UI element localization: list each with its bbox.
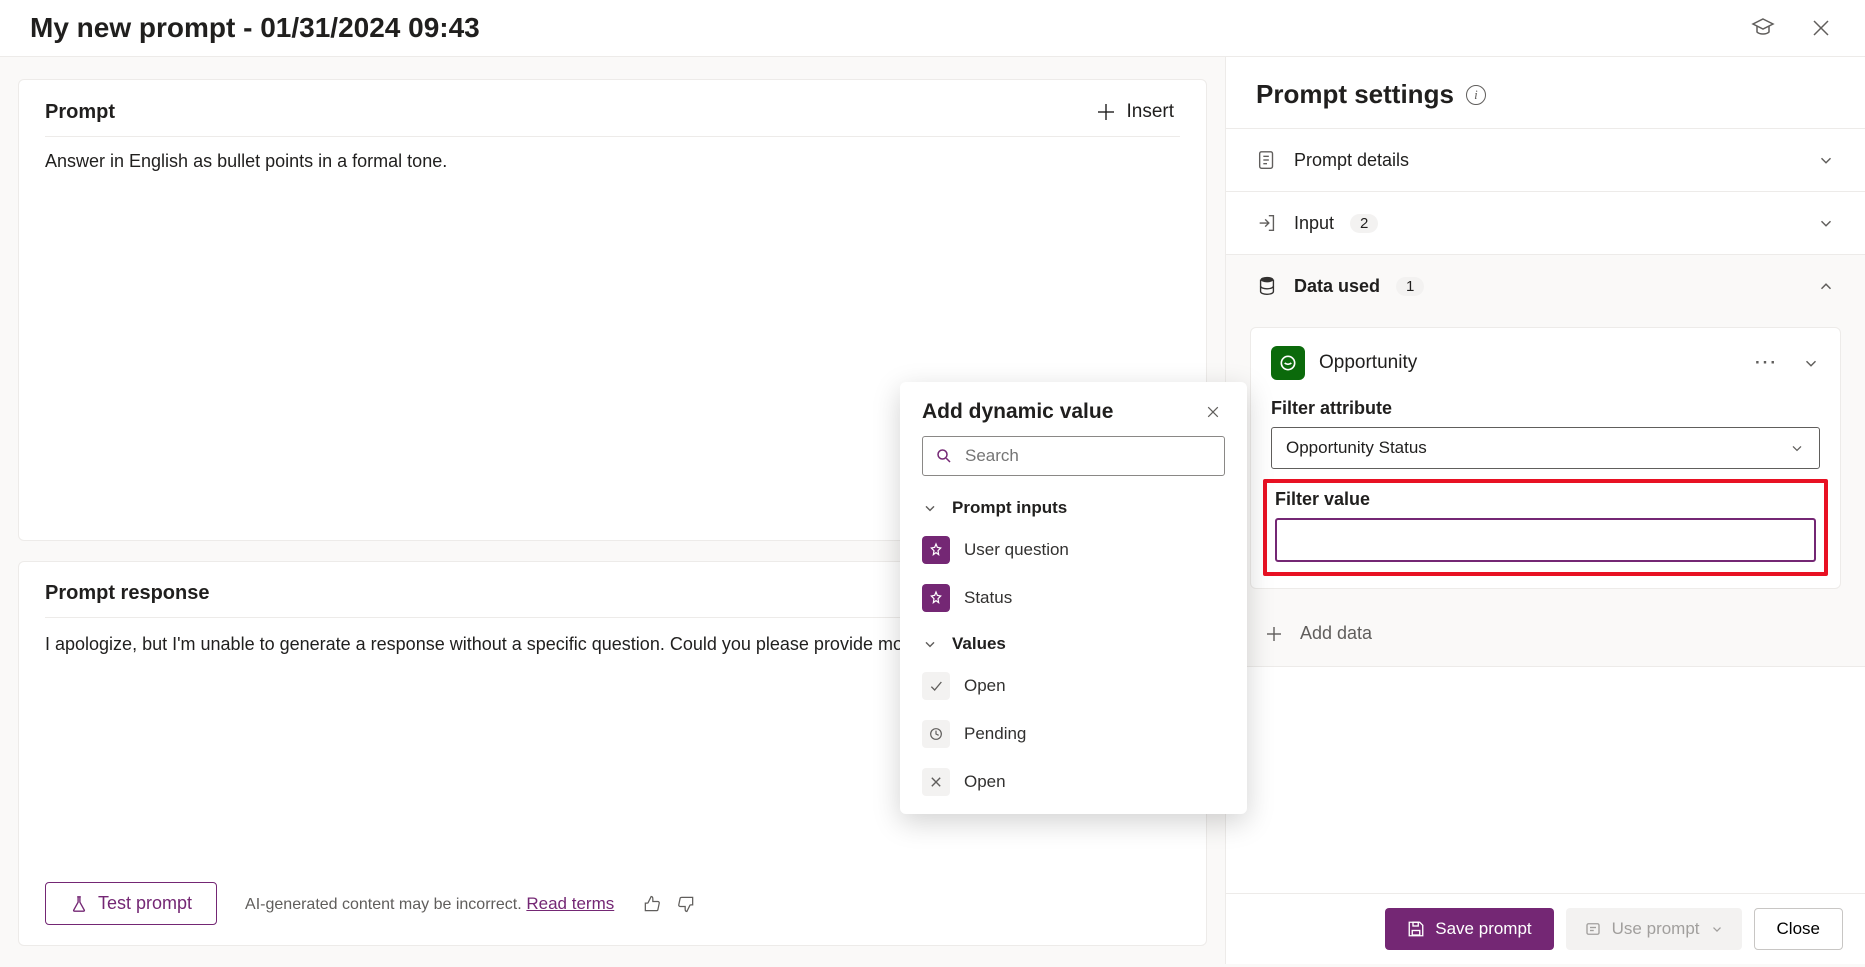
response-card-title: Prompt response [45,582,209,605]
disclaimer-text: AI-generated content may be incorrect. R… [245,894,614,914]
disclaimer: AI-generated content may be incorrect. [245,896,522,913]
more-icon[interactable]: ··· [1755,353,1778,373]
data-used-label: Data used [1294,276,1380,297]
opportunity-icon [1271,346,1305,380]
data-used-header[interactable]: Data used 1 [1226,255,1865,317]
chevron-down-icon [922,500,938,516]
data-used-section: Data used 1 Opportunity ··· [1226,255,1865,667]
response-footer: Test prompt AI-generated content may be … [45,864,1180,925]
use-icon [1584,920,1602,938]
opportunity-card: Opportunity ··· Filter attribute Opportu… [1250,327,1841,589]
opportunity-label: Opportunity [1319,352,1417,374]
info-icon[interactable]: i [1466,85,1486,105]
settings-title: Prompt settings [1256,79,1454,110]
add-data-button[interactable]: Add data [1226,605,1865,666]
popup-item-status[interactable]: Status [900,574,1247,622]
settings-panel: Prompt settings i Prompt details Input 2 [1225,57,1865,964]
data-used-count-badge: 1 [1396,277,1424,296]
filter-attribute-select[interactable]: Opportunity Status [1271,427,1820,469]
save-icon [1407,920,1425,938]
popup-title: Add dynamic value [922,400,1113,424]
chevron-down-icon [1817,214,1835,232]
close-button[interactable]: Close [1754,908,1843,950]
save-prompt-label: Save prompt [1435,919,1531,939]
input-count-badge: 2 [1350,214,1378,233]
chevron-up-icon [1817,277,1835,295]
input-label: Input [1294,213,1334,234]
chevron-down-icon [1710,922,1724,936]
database-icon [1256,275,1278,297]
popup-section-values[interactable]: Values [900,622,1247,662]
input-chip-icon [922,584,950,612]
footer-bar: Save prompt Use prompt Close [1226,893,1865,964]
prompt-details-row[interactable]: Prompt details [1226,129,1865,192]
plus-icon [1096,102,1116,122]
details-icon [1256,149,1278,171]
popup-value-open-1[interactable]: Open [900,662,1247,710]
chevron-down-icon [1789,440,1805,456]
prompt-card-title: Prompt [45,101,115,124]
popup-value-pending[interactable]: Pending [900,710,1247,758]
test-prompt-button[interactable]: Test prompt [45,882,217,925]
plus-icon [1264,624,1284,644]
chevron-down-icon [1817,151,1835,169]
filter-value-input[interactable] [1275,518,1816,562]
app-header: My new prompt - 01/31/2024 09:43 [0,0,1865,57]
close-icon[interactable] [1807,14,1835,42]
filter-attribute-value: Opportunity Status [1286,438,1427,458]
thumbs-down-icon[interactable] [676,894,696,914]
insert-label: Insert [1126,101,1174,123]
prompt-card-header: Prompt Insert [45,100,1180,137]
close-label: Close [1777,919,1820,938]
clock-icon [922,720,950,748]
search-icon [935,447,953,465]
use-prompt-button[interactable]: Use prompt [1566,908,1742,950]
popup-close-icon[interactable] [1201,400,1225,424]
insert-button[interactable]: Insert [1090,100,1180,124]
input-row[interactable]: Input 2 [1226,192,1865,255]
flask-icon [70,895,88,913]
filter-value-highlight: Filter value [1263,479,1828,576]
use-prompt-label: Use prompt [1612,919,1700,939]
check-icon [922,672,950,700]
add-data-label: Add data [1300,623,1372,644]
settings-header: Prompt settings i [1226,57,1865,129]
feedback-icons [642,894,696,914]
learn-icon[interactable] [1747,12,1779,44]
input-chip-icon [922,536,950,564]
popup-value-open-2[interactable]: Open [900,758,1247,806]
opportunity-header: Opportunity ··· [1271,346,1820,380]
add-dynamic-value-popup: Add dynamic value Prompt inputs User que… [900,382,1247,814]
page-title: My new prompt - 01/31/2024 09:43 [30,12,480,44]
popup-search-input[interactable] [963,445,1212,467]
chevron-down-icon[interactable] [1802,354,1820,372]
header-actions [1747,12,1835,44]
filter-attribute-label: Filter attribute [1271,398,1820,419]
popup-search-box[interactable] [922,436,1225,476]
popup-section-inputs[interactable]: Prompt inputs [900,486,1247,526]
read-terms-link[interactable]: Read terms [526,894,614,913]
popup-item-user-question[interactable]: User question [900,526,1247,574]
test-prompt-label: Test prompt [98,893,192,914]
prompt-details-label: Prompt details [1294,150,1409,171]
input-icon [1256,212,1278,234]
thumbs-up-icon[interactable] [642,894,662,914]
chevron-down-icon [922,636,938,652]
save-prompt-button[interactable]: Save prompt [1385,908,1553,950]
filter-value-label: Filter value [1275,489,1816,510]
x-icon [922,768,950,796]
